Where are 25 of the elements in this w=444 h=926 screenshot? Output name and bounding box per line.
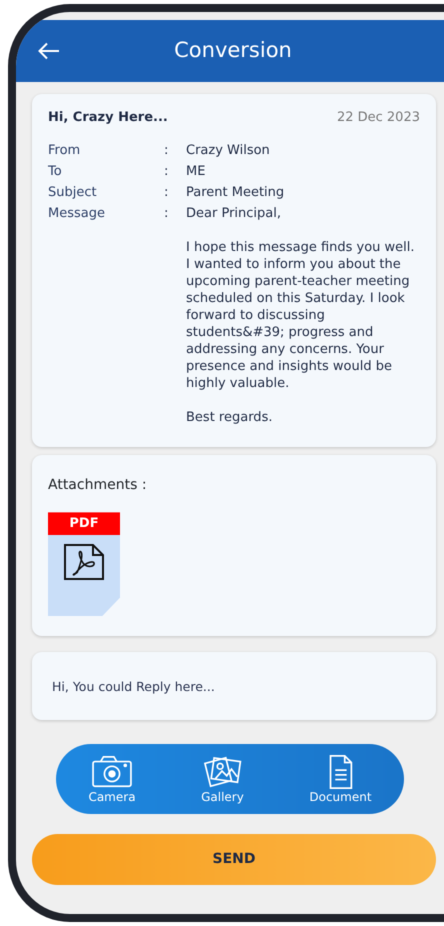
screen-title: Conversion xyxy=(173,38,293,64)
colon-separator: : xyxy=(164,142,170,160)
field-value: Parent Meeting xyxy=(186,184,286,202)
reply-field[interactable]: Hi, You could Reply here... xyxy=(32,652,436,720)
colon-separator: : xyxy=(164,206,170,223)
colon-separator: : xyxy=(164,184,170,202)
attach-camera-button[interactable]: Camera xyxy=(88,754,136,805)
colon-separator: : xyxy=(164,164,170,181)
field-label: Subject xyxy=(48,184,98,202)
file-type-label: PDF xyxy=(48,512,120,536)
message-heading: Hi, Crazy Here... xyxy=(48,110,168,127)
field-value: Best regards. xyxy=(186,410,274,428)
send-button[interactable]: SEND xyxy=(32,834,436,886)
field-label: Message xyxy=(48,206,106,223)
attach-gallery-button[interactable]: Gallery xyxy=(200,754,244,805)
pdf-file-icon[interactable]: PDF xyxy=(48,512,120,616)
field-label: From xyxy=(48,142,82,160)
field-value: Dear Principal, xyxy=(186,206,282,222)
field-label: To xyxy=(48,164,63,181)
field-value: ME xyxy=(186,164,206,181)
attach-document-button[interactable]: Document xyxy=(309,754,372,805)
message-date: 22 Dec 2023 xyxy=(336,110,420,127)
field-value: Crazy Wilson xyxy=(186,142,271,160)
field-value: I hope this message finds you well. I wanted to inform you about the upcoming parent-teacher meeting scheduled on this Saturday. I look forward to discussing students&#39; progress and addressing any concerns. Your presence and insights would be highly valuable. xyxy=(186,240,416,392)
attachments-label: Attachments : xyxy=(48,476,148,496)
